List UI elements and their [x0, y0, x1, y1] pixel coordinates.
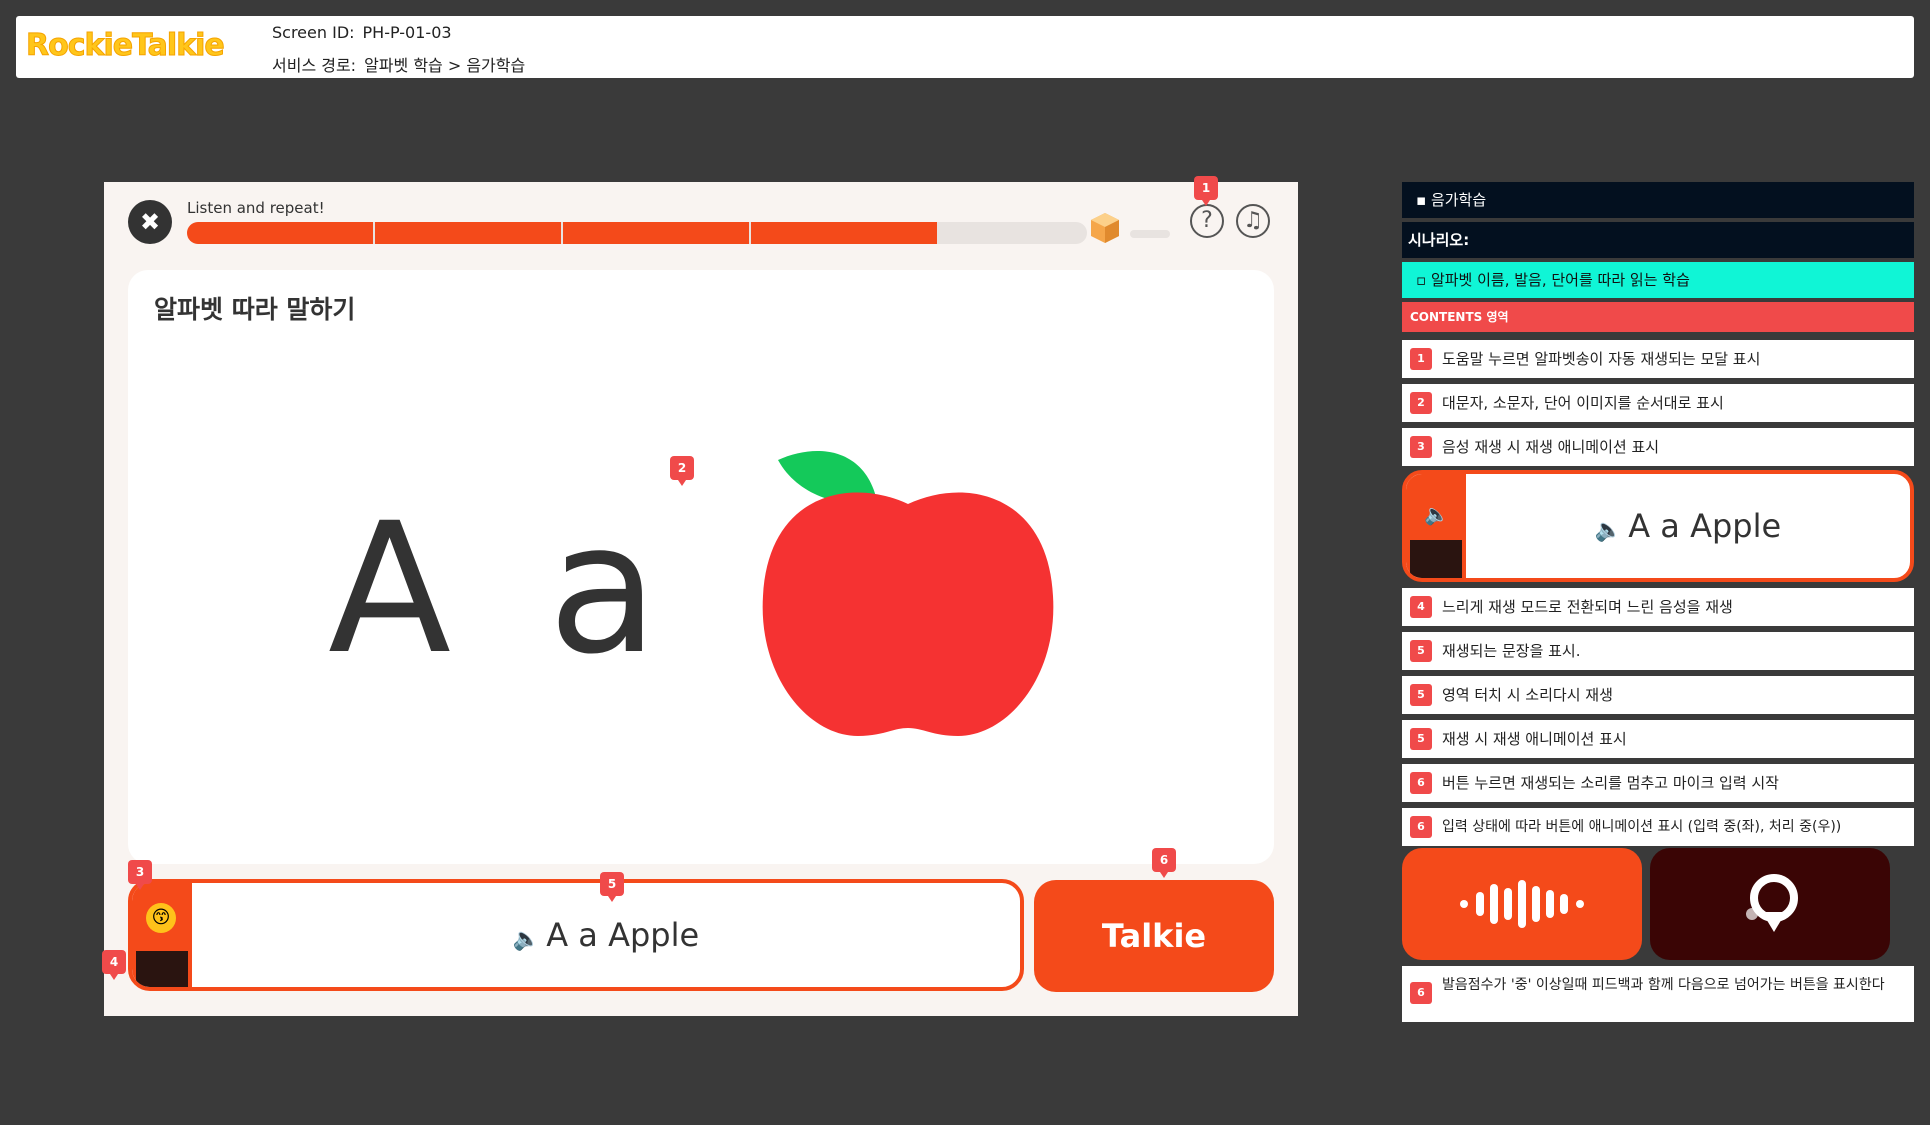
item-number: 6 — [1410, 772, 1432, 794]
panel-item: 4 느리게 재생 모드로 전환되며 느린 음성을 재생 — [1402, 588, 1914, 626]
logo: RockieTalkie — [26, 28, 226, 64]
panel-item: 1 도움말 누르면 알파벳송이 자동 재생되는 모달 표시 — [1402, 340, 1914, 378]
music-button[interactable]: ♫ — [1236, 204, 1270, 238]
speaker-icon: 🔈 — [1424, 502, 1449, 526]
slow-play-area[interactable]: 😙 — [132, 883, 192, 987]
music-note-icon: ♫ — [1243, 208, 1263, 233]
sentence-bar[interactable]: 😙 🔈 A a Apple — [128, 879, 1024, 991]
apple-image — [762, 451, 1054, 736]
item-number: 5 — [1410, 728, 1432, 750]
progress-segment — [751, 222, 937, 244]
item-number: 3 — [1410, 436, 1432, 458]
annotation-pin-5: 5 — [600, 872, 624, 902]
panel-item: 2 대문자, 소문자, 단어 이미지를 순서대로 표시 — [1402, 384, 1914, 422]
item-text: 도움말 누르면 알파벳송이 자동 재생되는 모달 표시 — [1442, 350, 1761, 368]
header: RockieTalkie Screen ID: PH-P-01-03 서비스 경로… — [16, 16, 1914, 78]
panel-item: 6 입력 상태에 따라 버튼에 애니메이션 표시 (입력 중(좌), 처리 중(우… — [1402, 808, 1914, 846]
close-button[interactable]: ✖ — [128, 200, 172, 244]
item-text: 재생되는 문장을 표시. — [1442, 642, 1581, 660]
close-icon: ✖ — [139, 208, 161, 236]
progress-bar — [187, 222, 1087, 244]
reward-box-icon — [1091, 213, 1119, 243]
preview-sentence-area: 🔈 A a Apple — [1466, 474, 1910, 578]
rocket-icon — [1746, 874, 1798, 932]
item-text: 재생 시 재생 애니메이션 표시 — [1442, 730, 1627, 748]
service-path: 알파벳 학습 > 음가학습 — [364, 56, 526, 75]
app-screen: ✖ Listen and repeat! ? ♫ 1 알파벳 따라 말하기 A … — [102, 176, 1298, 1016]
screen-id-label: Screen ID: — [272, 23, 355, 42]
item-number: 1 — [1410, 348, 1432, 370]
lowercase-letter: a — [548, 485, 659, 694]
uppercase-letter: A — [328, 485, 452, 694]
item-number: 6 — [1410, 982, 1432, 1004]
preview-sentence: A a Apple — [1628, 507, 1782, 545]
screen-id-line: Screen ID: PH-P-01-03 — [272, 23, 452, 42]
service-path-line: 서비스 경로: 알파벳 학습 > 음가학습 — [272, 52, 525, 76]
progress-segment — [563, 222, 749, 244]
item-text: 대문자, 소문자, 단어 이미지를 순서대로 표시 — [1442, 394, 1724, 412]
panel-item: 3 음성 재생 시 재생 애니메이션 표시 — [1402, 428, 1914, 466]
item-text: 발음점수가 '중' 이상일때 피드백과 함께 다음으로 넘어가는 버튼을 표시한… — [1442, 977, 1885, 993]
panel-item: 6 발음점수가 '중' 이상일때 피드백과 함께 다음으로 넘어가는 버튼을 표시… — [1402, 966, 1914, 1022]
speaker-icon: 🔈 — [1594, 518, 1623, 543]
help-button[interactable]: ? — [1190, 204, 1224, 238]
scenario-row: ▫ 알파벳 이름, 발음, 단어를 따라 읽는 학습 — [1402, 262, 1914, 298]
item-text: 버튼 누르면 재생되는 소리를 멈추고 마이크 입력 시작 — [1442, 774, 1779, 792]
item-number: 5 — [1410, 640, 1432, 662]
instruction-text: Listen and repeat! — [187, 199, 325, 217]
playing-state-preview: 🔈 🔈 A a Apple — [1402, 470, 1914, 582]
card-title: 알파벳 따라 말하기 — [154, 295, 356, 324]
item-text: 영역 터치 시 소리다시 재생 — [1442, 686, 1613, 704]
scenario-text: 알파벳 이름, 발음, 단어를 따라 읽는 학습 — [1430, 271, 1690, 289]
item-number: 4 — [1410, 596, 1432, 618]
learning-card: 알파벳 따라 말하기 A a 2 — [128, 270, 1274, 864]
processing-state-preview — [1650, 848, 1890, 960]
talkie-button[interactable]: Talkie — [1034, 880, 1274, 992]
progress-tail — [1130, 230, 1170, 238]
panel-item: 5 재생되는 문장을 표시. — [1402, 632, 1914, 670]
preview-slow-area: 🔈 — [1406, 474, 1466, 578]
item-text: 느리게 재생 모드로 전환되며 느린 음성을 재생 — [1442, 598, 1733, 616]
annotation-pin-1: 1 — [1194, 176, 1218, 206]
annotation-pin-6: 6 — [1152, 848, 1176, 878]
character-thumbnail — [1410, 540, 1462, 578]
item-number: 6 — [1410, 816, 1432, 838]
item-text: 음성 재생 시 재생 애니메이션 표시 — [1442, 438, 1660, 456]
annotation-pin-3: 3 — [128, 860, 152, 890]
scenario-label: 시나리오: — [1402, 222, 1914, 258]
contents-label: CONTENTS 영역 — [1402, 302, 1914, 332]
sound-wave-icon — [1460, 880, 1584, 928]
item-number: 5 — [1410, 684, 1432, 706]
item-text: 입력 상태에 따라 버튼에 애니메이션 표시 (입력 중(좌), 처리 중(우)… — [1442, 819, 1842, 835]
sentence-text-area[interactable]: 🔈 A a Apple — [192, 883, 1020, 987]
panel-item: 5 재생 시 재생 애니메이션 표시 — [1402, 720, 1914, 758]
character-thumbnail — [136, 951, 188, 987]
panel-item: 5 영역 터치 시 소리다시 재생 — [1402, 676, 1914, 714]
kiss-face-icon: 😙 — [146, 903, 176, 933]
speaker-icon: 🔈 — [512, 927, 541, 952]
recording-state-preview — [1402, 848, 1642, 960]
progress-segment — [375, 222, 561, 244]
sentence-text: A a Apple — [546, 916, 700, 954]
annotation-pin-2: 2 — [670, 456, 694, 486]
panel-title-text: 음가학습 — [1430, 191, 1487, 209]
annotation-pin-4: 4 — [102, 950, 126, 980]
service-path-label: 서비스 경로: — [272, 56, 357, 75]
question-icon: ? — [1201, 208, 1213, 233]
progress-segment — [187, 222, 373, 244]
item-number: 2 — [1410, 392, 1432, 414]
panel-item: 6 버튼 누르면 재생되는 소리를 멈추고 마이크 입력 시작 — [1402, 764, 1914, 802]
panel-title: ▪ 음가학습 — [1402, 182, 1914, 218]
screen-id: PH-P-01-03 — [362, 23, 452, 42]
